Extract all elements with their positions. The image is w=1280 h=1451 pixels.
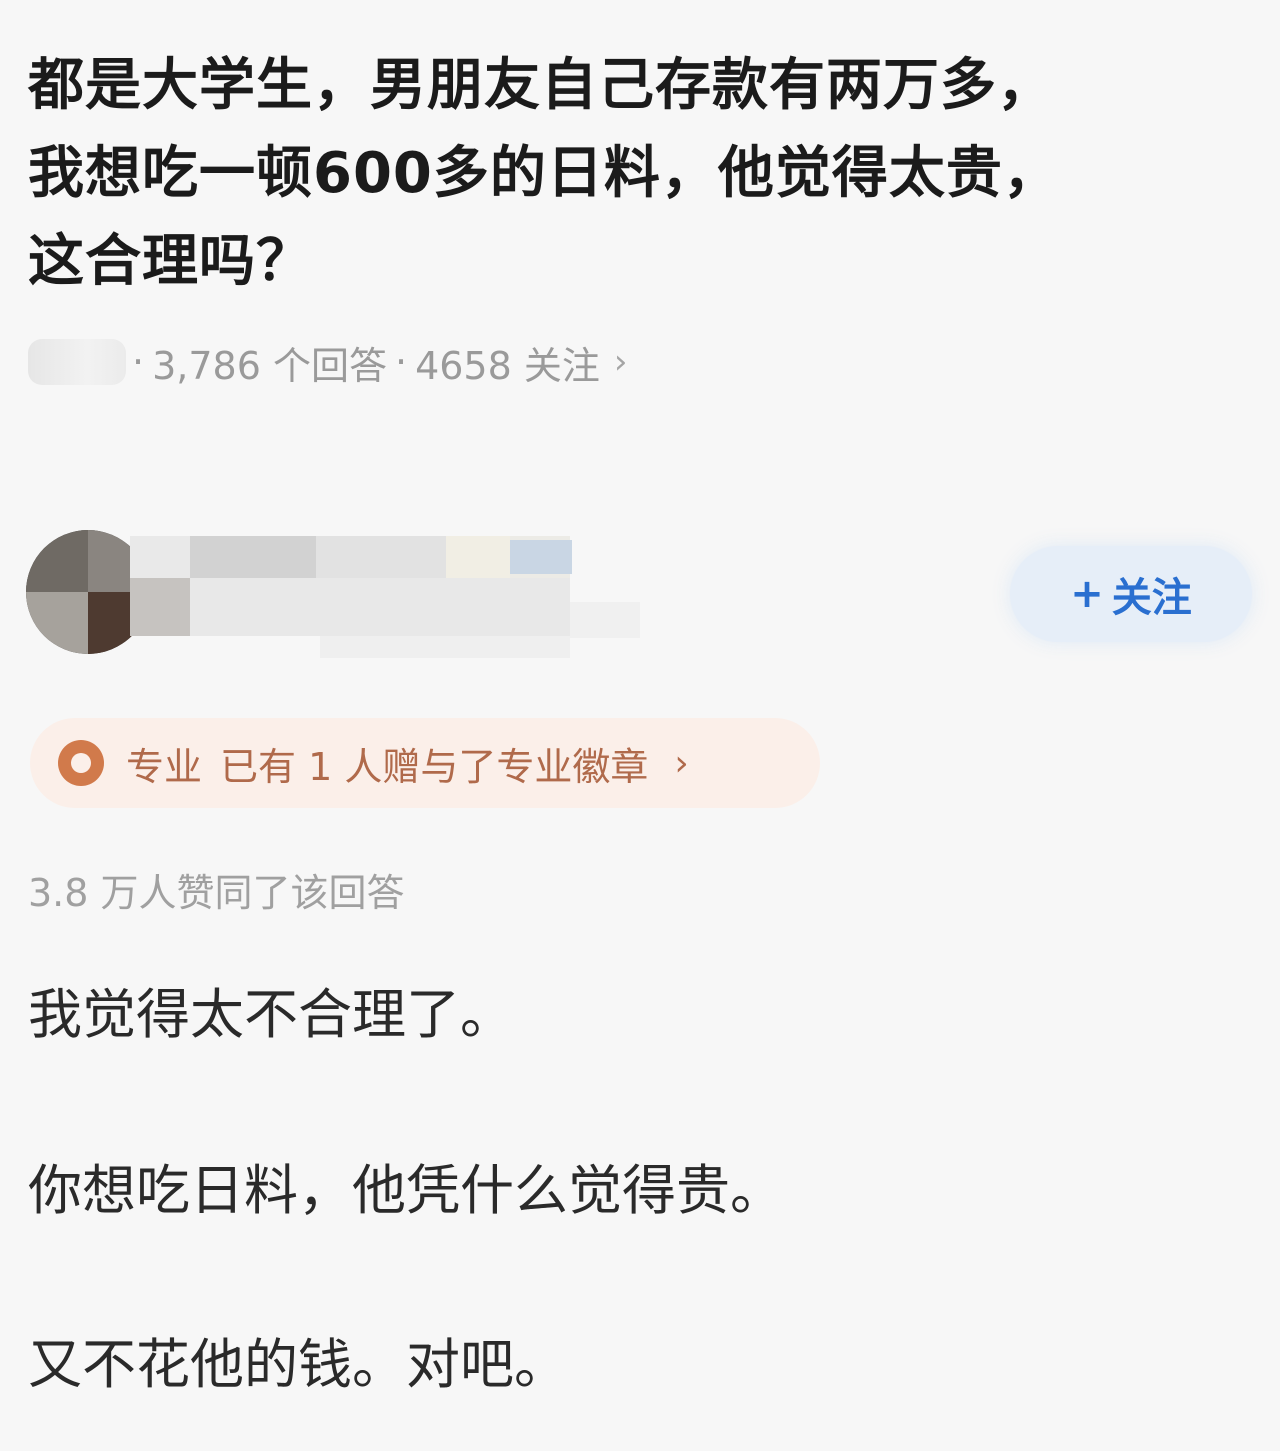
- question-title[interactable]: 都是大学生，男朋友自己存款有两万多， 我想吃一顿600多的日料，他觉得太贵， 这…: [28, 42, 1248, 306]
- question-title-line: 我想吃一顿600多的日料，他觉得太贵，: [28, 141, 1060, 206]
- answer-paragraph: 我觉得太不合理了。: [28, 983, 514, 1046]
- chevron-right-icon: ›: [613, 342, 628, 382]
- professional-badge[interactable]: 专业 已有 1 人赠与了专业徽章 ›: [30, 718, 820, 808]
- answer-count: 3,786 个回答: [152, 343, 387, 388]
- follow-count: 4658 关注: [415, 343, 600, 388]
- blurred-author-name[interactable]: [130, 532, 640, 660]
- blurred-source-label: [28, 339, 126, 385]
- answer-page: 都是大学生，男朋友自己存款有两万多， 我想吃一顿600多的日料，他觉得太贵， 这…: [0, 0, 1280, 1451]
- follow-button[interactable]: + 关注: [1010, 546, 1252, 642]
- follow-label: 关注: [1111, 575, 1192, 621]
- meta-separator: ·: [394, 340, 408, 384]
- answer-paragraph: 又不花他的钱。对吧。: [28, 1333, 568, 1396]
- badge-text: 已有 1 人赠与了专业徽章: [220, 744, 649, 789]
- question-title-line: 这合理吗？: [28, 229, 313, 294]
- likes-count: 3.8 万人赞同了该回答: [28, 871, 405, 915]
- badge-type: 专业: [126, 744, 203, 789]
- question-meta[interactable]: · 3,786 个回答 · 4658 关注 ›: [28, 334, 627, 390]
- plus-icon: +: [1070, 571, 1104, 617]
- question-title-line: 都是大学生，男朋友自己存款有两万多，: [28, 53, 1054, 118]
- meta-separator: ·: [132, 340, 145, 384]
- chevron-right-icon: ›: [674, 742, 689, 784]
- answer-paragraph: 你想吃日料，他凭什么觉得贵。: [28, 1159, 784, 1222]
- medal-icon: [58, 740, 104, 786]
